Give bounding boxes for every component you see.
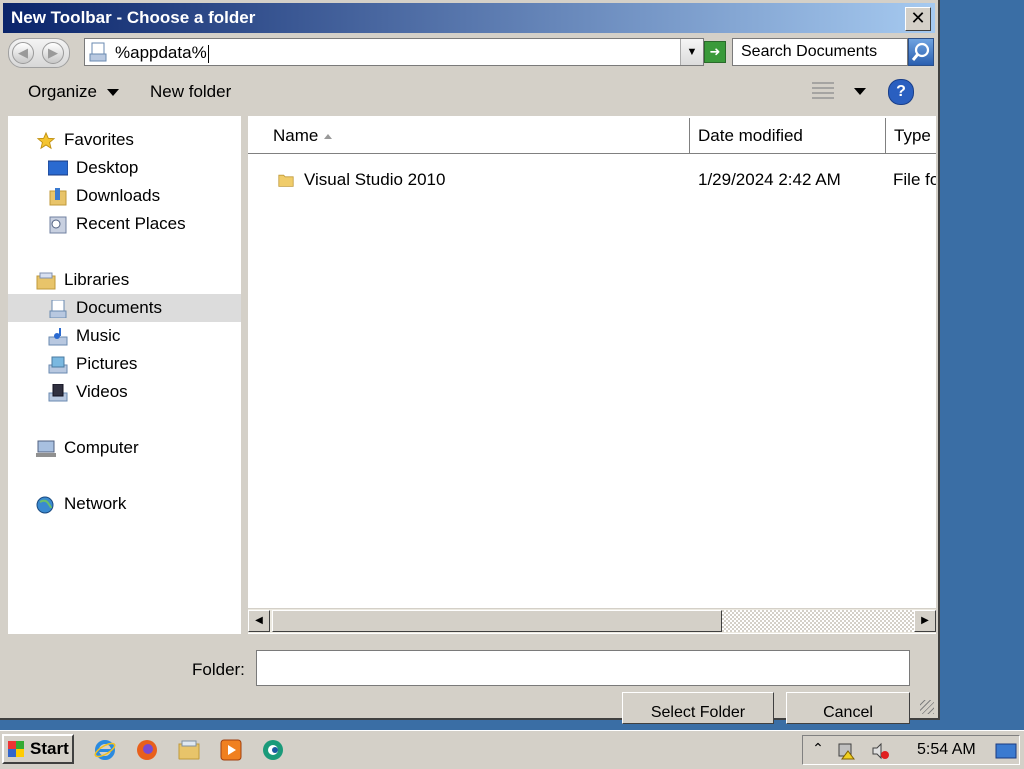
go-button[interactable]: ➜ (704, 41, 726, 63)
system-tray: ⌃ 5:54 AM (802, 735, 1020, 765)
libraries-icon (36, 272, 56, 290)
ie-icon[interactable] (94, 739, 116, 761)
close-button[interactable]: ✕ (905, 7, 931, 31)
pictures-icon (48, 356, 68, 374)
chevron-down-icon (106, 89, 119, 97)
select-folder-button[interactable]: Select Folder (622, 692, 774, 724)
folder-input[interactable] (256, 650, 910, 686)
address-field[interactable]: %appdata% ▼ (84, 38, 704, 66)
media-player-icon[interactable] (220, 739, 242, 761)
nav-documents[interactable]: Documents (8, 294, 241, 322)
nav-libraries-label: Libraries (64, 270, 130, 289)
windows-logo-icon (8, 741, 24, 757)
nav-music-label: Music (76, 326, 121, 345)
navigation-pane: Favorites Desktop Downloads Recent Place… (8, 116, 244, 634)
music-icon (48, 327, 68, 346)
explorer-icon[interactable] (178, 739, 200, 761)
app-icon[interactable] (262, 739, 284, 761)
search-icon (911, 42, 930, 61)
nav-computer[interactable]: Computer (36, 434, 139, 462)
view-dropdown-icon[interactable] (854, 88, 866, 95)
nav-favorites[interactable]: Favorites (36, 126, 134, 154)
address-value: %appdata% (115, 43, 207, 62)
horizontal-scrollbar[interactable]: ◀ ▶ (248, 608, 936, 633)
firefox-icon[interactable] (136, 739, 158, 761)
clock[interactable]: 5:54 AM (917, 741, 976, 759)
nav-libraries[interactable]: Libraries (36, 266, 129, 294)
back-button[interactable]: ◀ (12, 42, 34, 64)
nav-favorites-label: Favorites (64, 130, 134, 149)
downloads-icon (49, 187, 67, 206)
column-name-label: Name (273, 126, 319, 145)
network-icon (36, 496, 54, 514)
choose-folder-dialog: New Toolbar - Choose a folder ✕ ◀ ▶ %app… (0, 0, 940, 724)
desktop-icon (48, 160, 68, 176)
file-list-pane: Name Date modified Type Visual Studio 20… (248, 116, 936, 634)
search-button[interactable] (908, 38, 934, 66)
command-toolbar: Organize New folder ? (6, 72, 934, 112)
star-icon (36, 131, 56, 149)
volume-muted-icon[interactable] (871, 742, 889, 760)
nav-pictures[interactable]: Pictures (48, 350, 137, 378)
nav-videos[interactable]: Videos (48, 378, 128, 406)
scroll-right-button[interactable]: ▶ (914, 610, 936, 632)
nav-videos-label: Videos (76, 382, 128, 401)
computer-icon (36, 440, 56, 457)
scroll-left-button[interactable]: ◀ (248, 610, 270, 632)
cancel-button[interactable]: Cancel (786, 692, 910, 724)
nav-computer-label: Computer (64, 438, 139, 457)
start-label: Start (30, 739, 69, 758)
network-status-icon[interactable] (837, 742, 855, 760)
documents-icon (49, 299, 67, 318)
nav-network-label: Network (64, 494, 127, 513)
resize-grip[interactable] (920, 700, 934, 714)
start-button[interactable]: Start (2, 734, 74, 764)
organize-button[interactable]: Organize (28, 82, 119, 102)
column-date-modified[interactable]: Date modified (690, 118, 886, 154)
column-type[interactable]: Type (886, 118, 936, 154)
address-dropdown-button[interactable]: ▼ (680, 39, 703, 65)
view-options-icon[interactable] (812, 82, 834, 102)
file-row[interactable]: Visual Studio 2010 1/29/2024 2:42 AM Fil… (248, 166, 936, 194)
file-date-modified: 1/29/2024 2:42 AM (698, 170, 841, 189)
nav-recent-places[interactable]: Recent Places (48, 210, 186, 238)
show-hidden-icons-button[interactable]: ⌃ (809, 740, 827, 758)
show-desktop-icon[interactable] (995, 742, 1017, 760)
nav-downloads[interactable]: Downloads (48, 182, 160, 210)
videos-icon (48, 383, 68, 402)
scroll-track[interactable] (722, 610, 914, 632)
nav-pictures-label: Pictures (76, 354, 138, 373)
recent-places-icon (49, 216, 67, 234)
column-headers: Name Date modified Type (248, 118, 936, 154)
nav-desktop-label: Desktop (76, 158, 139, 177)
folder-label: Folder: (192, 660, 245, 679)
scroll-thumb[interactable] (272, 610, 722, 632)
nav-music[interactable]: Music (48, 322, 120, 350)
column-name[interactable]: Name (248, 118, 690, 154)
sort-ascending-icon (324, 134, 333, 140)
documents-icon (89, 42, 107, 62)
nav-documents-label: Documents (76, 298, 162, 317)
address-bar-row: ◀ ▶ %appdata% ▼ ➜ Search Documents (8, 36, 936, 68)
navigation-buttons: ◀ ▶ (8, 38, 70, 68)
organize-label: Organize (28, 82, 97, 101)
nav-downloads-label: Downloads (76, 186, 161, 205)
taskbar: Start ⌃ 5:54 AM (0, 730, 1024, 769)
search-input[interactable]: Search Documents (732, 38, 908, 66)
file-name: Visual Studio 2010 (304, 170, 446, 189)
folder-icon (278, 174, 294, 187)
nav-network[interactable]: Network (36, 490, 126, 518)
address-input[interactable]: %appdata% (115, 43, 209, 63)
text-cursor (207, 44, 209, 63)
nav-desktop[interactable]: Desktop (48, 154, 138, 182)
dialog-titlebar[interactable]: New Toolbar - Choose a folder ✕ (3, 3, 935, 33)
dialog-title: New Toolbar - Choose a folder (11, 8, 256, 27)
nav-recent-places-label: Recent Places (76, 214, 186, 233)
forward-button[interactable]: ▶ (42, 42, 64, 64)
new-folder-button[interactable]: New folder (150, 82, 231, 102)
help-icon[interactable]: ? (888, 79, 914, 105)
file-type: File fo (893, 170, 936, 189)
